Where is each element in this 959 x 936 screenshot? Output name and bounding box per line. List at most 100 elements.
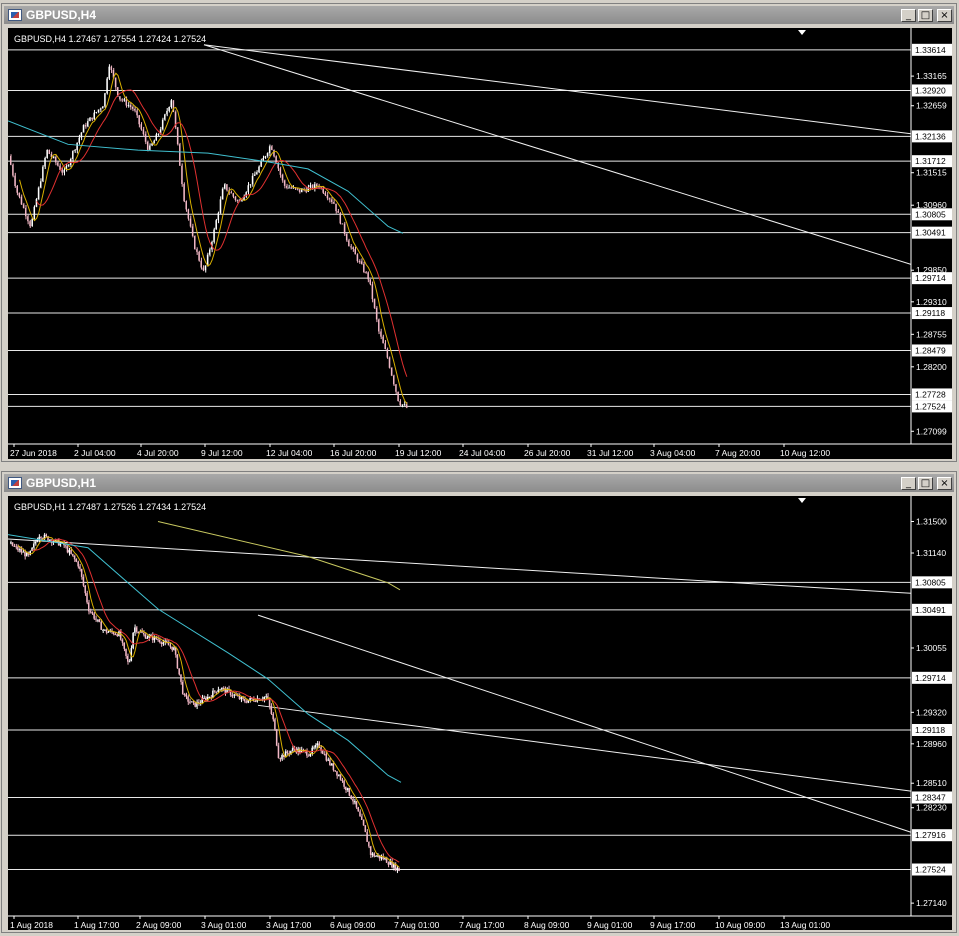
candle-body bbox=[78, 137, 80, 143]
close-button[interactable]: × bbox=[937, 476, 952, 490]
candle-body bbox=[103, 629, 106, 631]
candle-body bbox=[371, 853, 374, 855]
candle-body bbox=[178, 668, 180, 675]
maximize-button[interactable]: □ bbox=[918, 476, 933, 490]
time-label: 27 Jun 2018 bbox=[10, 448, 57, 458]
candle-body bbox=[132, 632, 134, 649]
candle-body bbox=[395, 384, 397, 392]
candle-body bbox=[63, 169, 65, 173]
candle-body bbox=[151, 143, 153, 146]
candle-body bbox=[190, 701, 193, 703]
candle-body bbox=[138, 115, 140, 125]
candle-body bbox=[86, 593, 88, 603]
candle-body bbox=[354, 248, 356, 255]
candle-body bbox=[160, 642, 163, 644]
candle-body bbox=[98, 619, 101, 622]
candle-body bbox=[123, 642, 125, 649]
time-label: 10 Aug 09:00 bbox=[715, 920, 765, 930]
candle-body bbox=[286, 185, 288, 188]
candle-body bbox=[49, 539, 51, 541]
candle-body bbox=[102, 629, 104, 631]
candle-body bbox=[134, 627, 136, 633]
chart-window-h1[interactable]: GBPUSD,H1 _ □ × GBPUSD,H1 1.27487 1.2752… bbox=[1, 471, 957, 933]
candle-body bbox=[365, 272, 367, 274]
candle-body bbox=[36, 540, 38, 542]
candle-body bbox=[10, 542, 12, 544]
candle-body bbox=[128, 660, 131, 662]
candle-body bbox=[114, 634, 116, 636]
candle-body bbox=[367, 272, 369, 280]
candle-body bbox=[215, 220, 217, 230]
chart-window-h4[interactable]: GBPUSD,H4 _ □ × GBPUSD,H4 1.27467 1.2755… bbox=[1, 3, 957, 462]
time-label: 7 Aug 01:00 bbox=[394, 920, 440, 930]
candle-body bbox=[274, 719, 276, 730]
window-titlebar[interactable]: GBPUSD,H4 _ □ × bbox=[4, 6, 954, 24]
candle-body bbox=[116, 634, 118, 636]
candle-body bbox=[220, 688, 223, 690]
candle-body bbox=[33, 206, 35, 219]
price-chart-h1[interactable]: GBPUSD,H1 1.27487 1.27526 1.27434 1.2752… bbox=[8, 496, 952, 930]
minimize-button[interactable]: _ bbox=[901, 8, 916, 22]
candle-body bbox=[253, 174, 256, 176]
price-label: 1.33165 bbox=[916, 71, 947, 81]
candle-body bbox=[140, 124, 142, 130]
price-tag: 1.27916 bbox=[915, 830, 946, 840]
candle-body bbox=[181, 165, 183, 185]
candle-body bbox=[88, 602, 90, 612]
candle-body bbox=[180, 674, 182, 682]
candle-body bbox=[373, 853, 375, 857]
candle-body bbox=[313, 747, 315, 749]
window-title: GBPUSD,H4 bbox=[26, 8, 97, 22]
candle-body bbox=[24, 551, 26, 557]
candle-body bbox=[176, 654, 179, 669]
candle-body bbox=[213, 229, 215, 242]
candle-body bbox=[14, 175, 16, 186]
candle-body bbox=[144, 634, 147, 639]
candle-body bbox=[288, 187, 290, 189]
candle-body bbox=[222, 688, 225, 690]
candle-body bbox=[291, 748, 294, 751]
candle-body bbox=[356, 254, 359, 262]
candle-body bbox=[141, 631, 143, 633]
window-titlebar[interactable]: GBPUSD,H1 _ □ × bbox=[4, 474, 954, 492]
minimize-button[interactable]: _ bbox=[901, 476, 916, 490]
time-label: 4 Jul 20:00 bbox=[137, 448, 179, 458]
price-label: 1.27099 bbox=[916, 426, 947, 436]
candle-body bbox=[13, 545, 15, 547]
candle-body bbox=[22, 551, 24, 553]
candle-body bbox=[107, 631, 109, 633]
maximize-button[interactable]: □ bbox=[918, 8, 933, 22]
candle-body bbox=[200, 260, 202, 268]
price-tag: 1.32920 bbox=[915, 85, 946, 95]
price-tag: 1.30805 bbox=[915, 577, 946, 587]
price-tag: 1.27728 bbox=[915, 389, 946, 399]
price-tag: 1.33614 bbox=[915, 45, 946, 55]
close-button[interactable]: × bbox=[937, 8, 952, 22]
candle-body bbox=[363, 263, 365, 273]
price-label: 1.27140 bbox=[916, 898, 947, 908]
candle-body bbox=[70, 550, 72, 554]
candle-body bbox=[173, 647, 175, 650]
candle-body bbox=[405, 404, 408, 408]
candle-body bbox=[89, 117, 91, 122]
candle-body bbox=[296, 188, 299, 190]
candle-body bbox=[131, 106, 134, 109]
time-label: 9 Aug 17:00 bbox=[650, 920, 696, 930]
candle-body bbox=[306, 750, 308, 756]
candle-body bbox=[185, 201, 187, 210]
price-tag: 1.28347 bbox=[915, 792, 946, 802]
candle-body bbox=[77, 561, 79, 567]
candle-body bbox=[384, 858, 386, 860]
candle-body bbox=[281, 755, 283, 760]
time-label: 2 Jul 04:00 bbox=[74, 448, 116, 458]
candle-body bbox=[89, 611, 92, 613]
candle-body bbox=[121, 99, 123, 101]
candle-body bbox=[334, 770, 336, 772]
candle-body bbox=[91, 117, 93, 120]
price-chart-h4[interactable]: GBPUSD,H4 1.27467 1.27554 1.27424 1.2752… bbox=[8, 28, 952, 459]
candle-body bbox=[254, 701, 257, 703]
candle-body bbox=[366, 832, 368, 842]
candle-body bbox=[264, 156, 267, 158]
time-label: 16 Jul 20:00 bbox=[330, 448, 377, 458]
candle-body bbox=[18, 192, 20, 197]
